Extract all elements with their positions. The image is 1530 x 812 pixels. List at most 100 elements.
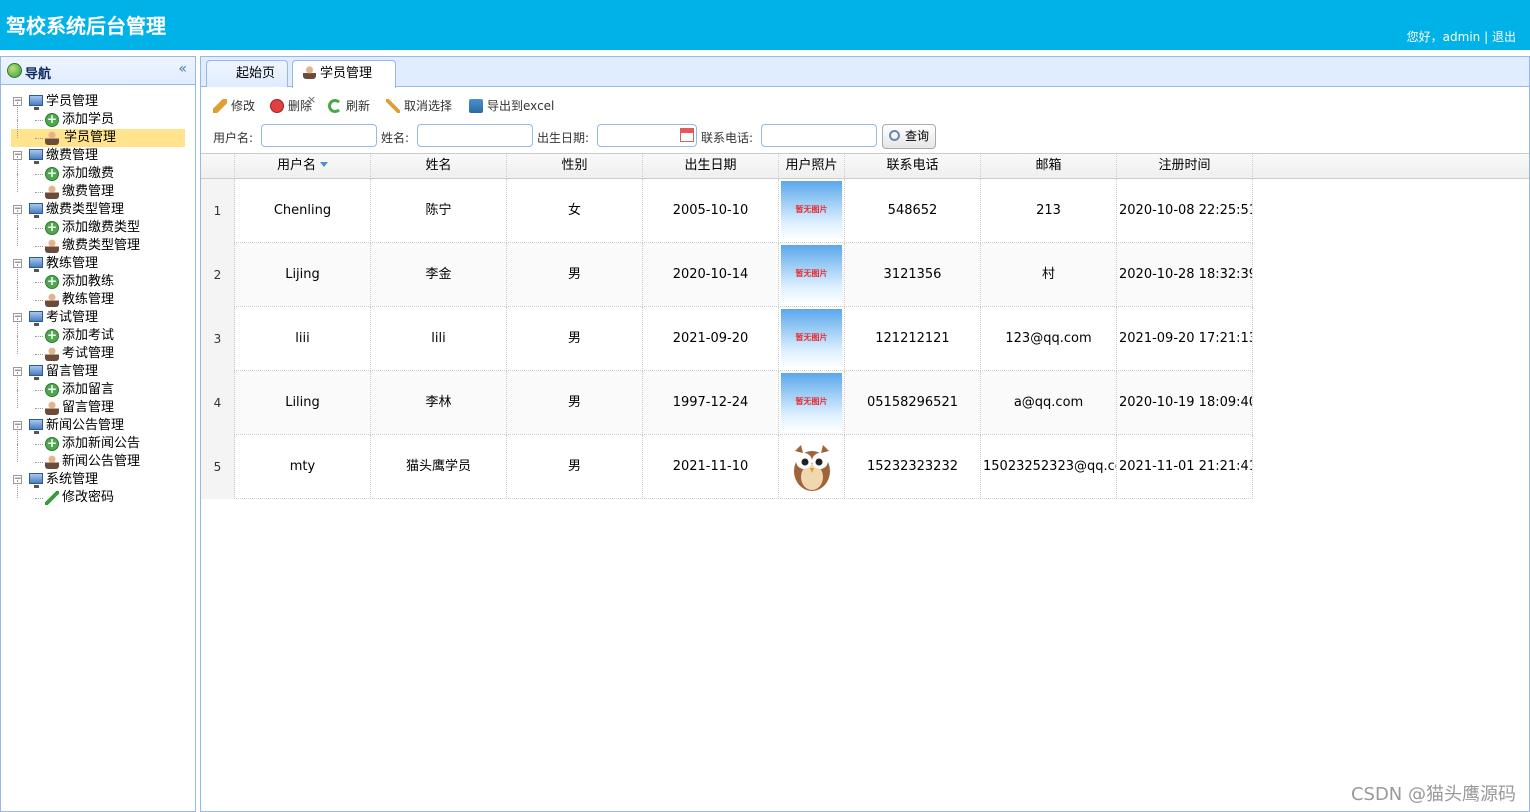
collapse-icon[interactable]: « xyxy=(178,61,187,77)
tree-item[interactable]: + 添加学员 xyxy=(1,102,195,129)
sidebar-title: 导航 xyxy=(25,67,52,82)
tree-group[interactable]: − 新闻公告管理 xyxy=(1,417,195,435)
refresh-button[interactable]: 刷新 xyxy=(328,97,370,114)
email-header[interactable]: 邮箱 xyxy=(981,154,1117,179)
tree-line xyxy=(35,390,43,391)
row-number: 4 xyxy=(201,371,235,435)
tree-item[interactable]: 留言管理 xyxy=(1,390,195,417)
tree-item[interactable]: 缴费管理 xyxy=(1,174,195,201)
gender-header[interactable]: 性别 xyxy=(507,154,643,179)
tree-line xyxy=(17,102,18,120)
birth-header[interactable]: 出生日期 xyxy=(643,154,779,179)
birth-date-input[interactable] xyxy=(597,124,697,147)
email-cell: 123@qq.com xyxy=(981,307,1117,371)
logout-link[interactable]: 退出 xyxy=(1492,30,1516,44)
row-number: 3 xyxy=(201,307,235,371)
tree-item-label: 缴费类型管理 xyxy=(62,238,141,253)
table-row[interactable]: 1 Chenling 陈宁女 2005-10-10 暂无图片 548652 213 2020-… xyxy=(201,179,1253,243)
tab-student-management[interactable]: 学员管理× xyxy=(292,60,396,106)
add-icon: + xyxy=(45,328,59,343)
photo-cell: 暂无图片 xyxy=(779,243,845,307)
no-photo-text: 暂无图片 xyxy=(795,269,828,278)
column-label: 联系电话 xyxy=(886,158,939,173)
computer-icon xyxy=(29,365,43,380)
tab-home[interactable]: 起始页 xyxy=(206,60,288,87)
query-button[interactable]: 查询 xyxy=(882,124,936,149)
phone-label: 联系电话: xyxy=(701,131,754,145)
tree-item-label: 添加学员 xyxy=(62,112,115,127)
table-row[interactable]: 5 mty 猫头鹰学员男 2021-11-10 15232323232 150232523… xyxy=(201,435,1253,499)
delete-button[interactable]: 删除 xyxy=(270,97,312,114)
phone-input[interactable] xyxy=(761,124,877,147)
delete-icon xyxy=(270,99,284,113)
tree-item[interactable]: 考试管理 xyxy=(1,336,195,363)
tree-group[interactable]: − 考试管理 xyxy=(1,309,195,327)
tree-group-label: 教练管理 xyxy=(46,256,99,271)
tree-item-label: 缴费管理 xyxy=(62,184,115,199)
app-header: 驾校系统后台管理 您好，admin | 退出 xyxy=(0,0,1530,50)
search-icon xyxy=(889,130,900,141)
column-label: 用户照片 xyxy=(785,158,838,173)
tree-item[interactable]: 新闻公告管理 xyxy=(1,444,195,471)
tree-group-label: 系统管理 xyxy=(46,472,99,487)
edit-button[interactable]: 修改 xyxy=(213,97,255,114)
tree-item[interactable]: + 添加缴费类型 xyxy=(1,210,195,237)
table-row[interactable]: 3 liii lili 男 2021-09-20 暂无图片 121212121 123@qq.… xyxy=(201,307,1253,371)
email-cell: 213 xyxy=(981,179,1117,243)
tree-item[interactable]: + 添加缴费 xyxy=(1,156,195,183)
name-cell: 猫头鹰学员 xyxy=(371,435,507,499)
reg-time-header[interactable]: 注册时间 xyxy=(1117,154,1253,179)
username-header[interactable]: 用户名 xyxy=(235,154,371,179)
add-icon: + xyxy=(45,112,59,127)
tree-line xyxy=(35,300,43,301)
photo-header[interactable]: 用户照片 xyxy=(779,154,845,179)
tree-item[interactable]: + 添加新闻公告 xyxy=(1,426,195,453)
birth-cell: 2005-10-10 xyxy=(643,179,779,243)
birth-label: 出生日期: xyxy=(537,131,590,145)
tree-group[interactable]: − 缴费类型管理 xyxy=(1,201,195,219)
tree-item-label: 教练管理 xyxy=(62,292,115,307)
tree-item[interactable]: 缴费类型管理 xyxy=(1,228,195,255)
user-icon xyxy=(45,401,59,415)
tree-item-label: 学员管理 xyxy=(62,129,119,147)
sort-desc-icon xyxy=(320,162,328,167)
gender-cell: 男 xyxy=(507,371,643,435)
table-row[interactable]: 4 Liling 李林男 1997-12-24 暂无图片 05158296521 a@qq.… xyxy=(201,371,1253,435)
name-header[interactable]: 姓名 xyxy=(371,154,507,179)
cancel-select-button[interactable]: 取消选择 xyxy=(386,97,452,114)
tree-group-label: 留言管理 xyxy=(46,364,99,379)
grid-body: 1 Chenling 陈宁女 2005-10-10 暂无图片 548652 213 2020-… xyxy=(201,179,1253,499)
username-input[interactable] xyxy=(261,124,377,147)
tree-item[interactable]: 教练管理 xyxy=(1,282,195,309)
computer-icon xyxy=(29,311,43,326)
gender-cell: 男 xyxy=(507,435,643,499)
tree-item[interactable]: + 添加留言 xyxy=(1,372,195,399)
name-input[interactable] xyxy=(417,124,533,147)
sidebar-header: 导航 « xyxy=(1,57,195,85)
tree-item[interactable]: 学员管理 xyxy=(1,120,195,147)
add-icon: + xyxy=(45,436,59,451)
tree-group[interactable]: − 缴费管理 xyxy=(1,147,195,165)
tree-group[interactable]: − 留言管理 xyxy=(1,363,195,381)
tree-group[interactable]: − 教练管理 xyxy=(1,255,195,273)
no-photo-placeholder: 暂无图片 xyxy=(781,309,842,368)
phone-header[interactable]: 联系电话 xyxy=(845,154,981,179)
tree-item[interactable]: + 添加教练 xyxy=(1,264,195,291)
tree-item[interactable]: + 添加考试 xyxy=(1,318,195,345)
tree-item[interactable]: 修改密码 xyxy=(1,480,195,507)
export-excel-button[interactable]: 导出到excel xyxy=(469,97,554,114)
photo-cell: 暂无图片 xyxy=(779,371,845,435)
tree-group[interactable]: − 学员管理 xyxy=(1,93,195,111)
add-icon: + xyxy=(45,220,59,235)
tree-group[interactable]: − 系统管理 xyxy=(1,471,195,489)
name-label: 姓名: xyxy=(381,131,410,145)
calendar-icon[interactable] xyxy=(680,128,694,142)
table-row[interactable]: 2 Lijing 李金男 2020-10-14 暂无图片 3121356 村 2020-10-… xyxy=(201,243,1253,307)
no-photo-text: 暂无图片 xyxy=(795,333,828,342)
user-icon xyxy=(45,131,59,145)
birth-cell: 2020-10-14 xyxy=(643,243,779,307)
tree-line xyxy=(35,138,43,139)
phone-cell: 121212121 xyxy=(845,307,981,371)
export-label: 导出到excel xyxy=(487,99,555,113)
tree-line xyxy=(35,246,43,247)
